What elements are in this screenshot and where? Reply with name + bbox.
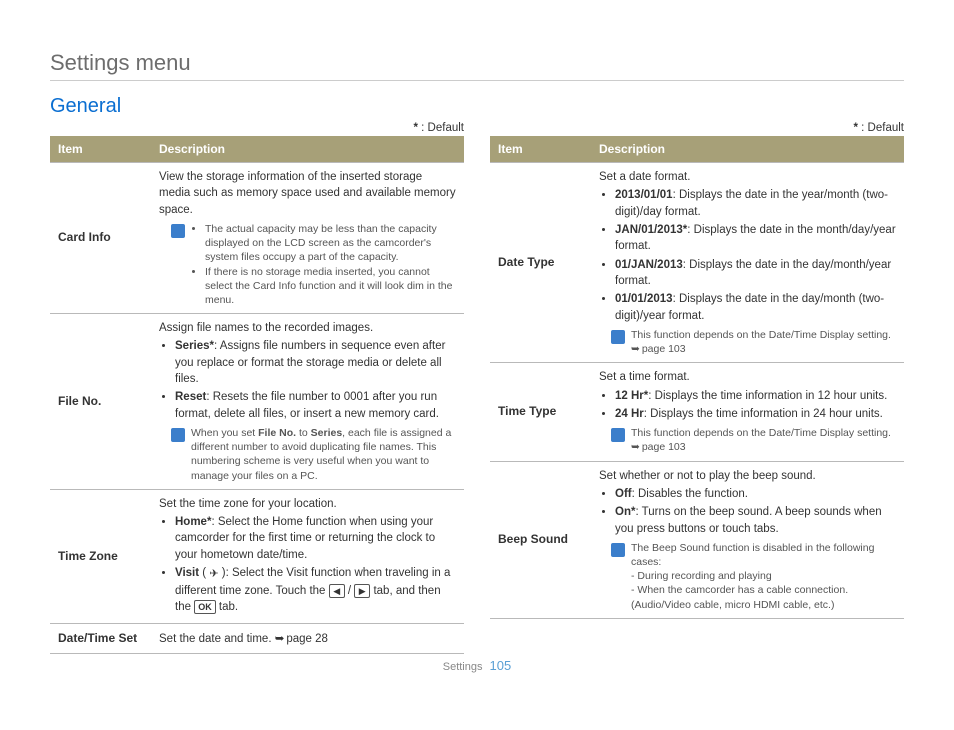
card-info-note-2: If there is no storage media inserted, y… <box>205 265 456 308</box>
time-zone-intro: Set the time zone for your location. <box>159 498 337 510</box>
note-icon <box>171 428 185 442</box>
note-icon <box>611 543 625 557</box>
row-beep-desc: Set whether or not to play the beep soun… <box>591 461 904 618</box>
beep-intro: Set whether or not to play the beep soun… <box>599 470 816 482</box>
col-header-desc: Description <box>591 136 904 163</box>
row-file-no-name: File No. <box>50 314 151 490</box>
row-beep-name: Beep Sound <box>490 461 591 618</box>
beep-off: Off: Disables the function. <box>615 486 896 502</box>
date-type-note: This function depends on the Date/Time D… <box>631 328 896 356</box>
note-icon <box>171 224 185 238</box>
date-type-opt2: JAN/01/2013*: Displays the date in the m… <box>615 222 896 255</box>
section-heading: General <box>50 95 904 118</box>
ok-button: OK <box>194 600 216 614</box>
row-time-zone-desc: Set the time zone for your location. Hom… <box>151 489 464 624</box>
crossref-link: page 103 <box>631 343 686 355</box>
file-no-series: Series*: Assigns file numbers in sequenc… <box>175 338 456 387</box>
airplane-icon: ✈ <box>209 568 218 580</box>
row-time-type-name: Time Type <box>490 363 591 461</box>
time-type-opt1: 12 Hr*: Displays the time information in… <box>615 388 896 404</box>
date-type-opt4: 01/01/2013: Displays the date in the day… <box>615 291 896 324</box>
page-footer: Settings 105 <box>50 658 904 673</box>
row-date-type-name: Date Type <box>490 163 591 363</box>
file-no-intro: Assign file names to the recorded images… <box>159 322 373 334</box>
row-date-time-set-desc: Set the date and time. page 28 <box>151 624 464 654</box>
file-no-reset: Reset: Resets the file number to 0001 af… <box>175 389 456 422</box>
note-icon <box>611 428 625 442</box>
time-type-opt2: 24 Hr: Displays the time information in … <box>615 406 896 422</box>
col-header-desc: Description <box>151 136 464 163</box>
footer-section: Settings <box>443 661 483 673</box>
time-zone-visit: Visit ( ✈ ): Select the Visit function w… <box>175 565 456 615</box>
beep-note: The Beep Sound function is disabled in t… <box>631 541 896 612</box>
row-card-info-name: Card Info <box>50 163 151 314</box>
row-card-info-desc: View the storage information of the inse… <box>151 163 464 314</box>
left-column: * : Default Item Description Card Info V… <box>50 122 464 654</box>
col-header-item: Item <box>50 136 151 163</box>
settings-table-left: Item Description Card Info View the stor… <box>50 136 464 654</box>
row-date-type-desc: Set a date format. 2013/01/01: Displays … <box>591 163 904 363</box>
note-icon <box>611 330 625 344</box>
date-type-intro: Set a date format. <box>599 171 690 183</box>
card-info-intro: View the storage information of the inse… <box>159 171 456 216</box>
file-no-note: When you set File No. to Series, each fi… <box>191 426 456 483</box>
settings-table-right: Item Description Date Type Set a date fo… <box>490 136 904 619</box>
right-column: * : Default Item Description Date Type S… <box>490 122 904 654</box>
left-arrow-button: ◀ <box>329 584 345 598</box>
time-type-intro: Set a time format. <box>599 371 690 383</box>
page-title: Settings menu <box>50 50 904 81</box>
col-header-item: Item <box>490 136 591 163</box>
beep-on: On*: Turns on the beep sound. A beep sou… <box>615 504 896 537</box>
date-type-opt3: 01/JAN/2013: Displays the date in the da… <box>615 257 896 290</box>
card-info-note-1: The actual capacity may be less than the… <box>205 222 456 265</box>
time-type-note: This function depends on the Date/Time D… <box>631 426 896 454</box>
row-file-no-desc: Assign file names to the recorded images… <box>151 314 464 490</box>
default-legend-left: * : Default <box>50 122 464 134</box>
time-zone-home: Home*: Select the Home function when usi… <box>175 514 456 563</box>
row-time-type-desc: Set a time format. 12 Hr*: Displays the … <box>591 363 904 461</box>
default-legend-right: * : Default <box>490 122 904 134</box>
page-number: 105 <box>490 658 512 673</box>
crossref-link: page 28 <box>275 633 328 645</box>
row-time-zone-name: Time Zone <box>50 489 151 624</box>
right-arrow-button: ▶ <box>354 584 370 598</box>
row-date-time-set-name: Date/Time Set <box>50 624 151 654</box>
crossref-link: page 103 <box>631 441 686 453</box>
date-type-opt1: 2013/01/01: Displays the date in the yea… <box>615 187 896 220</box>
